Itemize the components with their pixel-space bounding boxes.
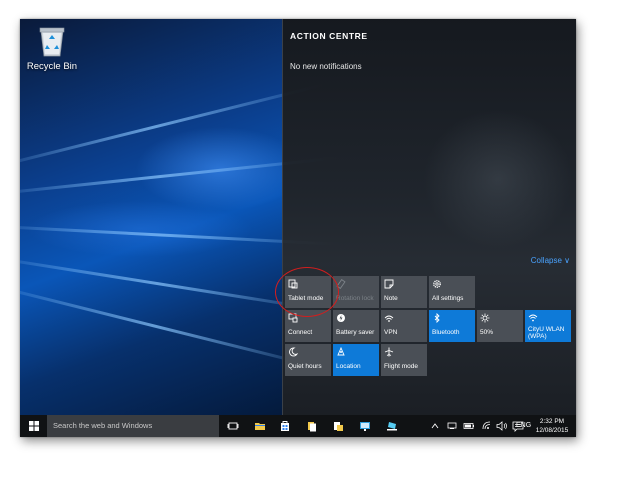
taskbar-clock[interactable]: 2:32 PM 12/08/2015 (532, 417, 572, 435)
windows-logo-icon (29, 421, 39, 431)
task-view-icon[interactable] (227, 420, 239, 432)
quiet-hours-label: Quiet hours (288, 363, 322, 370)
rotation-lock-tile[interactable]: Rotation lock (333, 276, 379, 308)
recycle-bin-icon (37, 25, 67, 57)
settings-gear-icon (432, 279, 442, 289)
note-tile[interactable]: Note (381, 276, 427, 308)
blurred-background (423, 109, 573, 249)
no-notifications-text: No new notifications (290, 62, 362, 71)
location-tile[interactable]: Location (333, 344, 379, 376)
network-tray-icon[interactable] (482, 415, 492, 437)
location-label: Location (336, 363, 361, 370)
note-icon (384, 279, 394, 289)
wifi-icon (528, 313, 538, 323)
bluetooth-tile[interactable]: Bluetooth (429, 310, 475, 342)
note-label: Note (384, 295, 398, 302)
recycle-bin-label: Recycle Bin (26, 61, 78, 72)
moon-icon (288, 347, 299, 357)
bluetooth-label: Bluetooth (432, 329, 460, 336)
flight-mode-tile[interactable]: Flight mode (381, 344, 427, 376)
connect-label: Connect (288, 329, 313, 336)
volume-tray-icon[interactable] (496, 415, 508, 437)
brightness-tile[interactable]: 50% (477, 310, 523, 342)
location-icon (336, 346, 346, 357)
annotation-highlight-circle (275, 267, 339, 317)
vpn-icon (384, 313, 394, 323)
bluetooth-icon (432, 312, 442, 324)
vpn-label: VPN (384, 329, 398, 336)
action-centre-title: ACTION CENTRE (290, 31, 368, 41)
vpn-tile[interactable]: VPN (381, 310, 427, 342)
remote-desktop-icon[interactable] (359, 420, 371, 432)
collapse-link[interactable]: Collapse ∨ (531, 256, 570, 265)
flight-mode-label: Flight mode (384, 363, 418, 370)
wifi-label: CityU WLAN (WPA) (528, 326, 565, 340)
clock-date: 12/08/2015 (535, 427, 569, 434)
airplane-icon (384, 347, 394, 357)
show-hidden-icons-chevron-icon[interactable] (431, 415, 439, 437)
clock-time: 2:32 PM (539, 418, 565, 425)
store-icon[interactable] (279, 420, 291, 432)
taskbar-search-box[interactable]: Search the web and Windows (47, 415, 219, 437)
all-settings-tile[interactable]: All settings (429, 276, 475, 308)
battery-saver-tile[interactable]: Battery saver (333, 310, 379, 342)
documents-icon[interactable] (306, 420, 318, 432)
taskbar: Search the web and Windows ENG 2:32 PM 1… (20, 415, 576, 437)
rotation-lock-label: Rotation lock (336, 295, 374, 302)
laptop-app-icon[interactable] (386, 420, 398, 432)
battery-saver-label: Battery saver (336, 329, 375, 336)
all-settings-label: All settings (432, 295, 464, 302)
display-tray-icon[interactable] (447, 415, 457, 437)
battery-tray-icon[interactable] (463, 415, 475, 437)
recycle-bin-shortcut[interactable]: Recycle Bin (24, 25, 80, 72)
quiet-hours-tile[interactable]: Quiet hours (285, 344, 331, 376)
brightness-icon (480, 313, 490, 323)
file-manager-icon[interactable] (332, 420, 344, 432)
action-centre-panel: ACTION CENTRE No new notifications Colla… (282, 19, 576, 415)
wifi-tile[interactable]: CityU WLAN (WPA) (525, 310, 571, 342)
desktop: Recycle Bin (20, 19, 340, 415)
battery-saver-icon (336, 313, 346, 323)
screenshot-frame: Recycle Bin ACTION CENTRE No new notific… (20, 19, 576, 437)
start-button[interactable] (24, 419, 44, 433)
file-explorer-icon[interactable] (254, 420, 266, 432)
brightness-label: 50% (480, 329, 494, 336)
language-indicator-text[interactable]: ENG (516, 415, 531, 437)
